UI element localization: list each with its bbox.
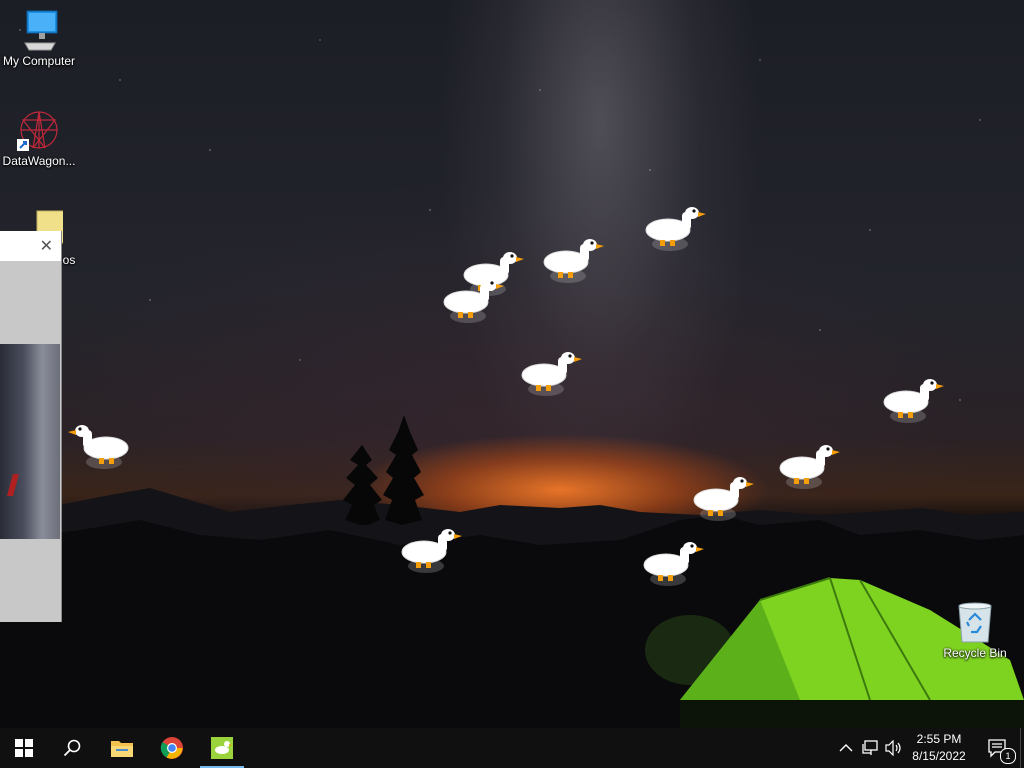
network-icon[interactable] <box>860 738 880 758</box>
desktop-icon-label: My Computer <box>2 54 76 68</box>
taskbar: 2:55 PM 8/15/2022 1 <box>0 728 1024 768</box>
desktop: My Computer DataWagon... os Recycle Bin … <box>0 0 1024 728</box>
taskbar-chrome[interactable] <box>148 728 196 768</box>
clock-time: 2:55 PM <box>916 732 962 746</box>
goose-sprite[interactable] <box>398 522 470 578</box>
desktop-icon-datawagon[interactable]: DataWagon... <box>0 108 78 168</box>
goose-app-icon <box>211 737 233 759</box>
goose-sprite[interactable] <box>440 272 512 328</box>
partial-window[interactable]: ✕ <box>0 231 62 622</box>
search-icon <box>63 739 81 757</box>
desktop-icon-label: Recycle Bin <box>943 646 1007 660</box>
goose-sprite[interactable] <box>642 200 714 256</box>
goose-sprite[interactable] <box>518 345 590 401</box>
start-button[interactable] <box>0 728 48 768</box>
show-desktop-button[interactable] <box>1020 728 1024 768</box>
video-thumbnail[interactable] <box>0 344 60 539</box>
windows-logo-icon <box>15 739 33 757</box>
desktop-icon-recycle-bin[interactable]: Recycle Bin <box>936 600 1014 660</box>
goose-sprite[interactable] <box>880 372 952 428</box>
wallpaper-landscape <box>0 415 1024 728</box>
goose-sprite[interactable] <box>640 535 712 591</box>
goose-sprite[interactable] <box>60 418 132 474</box>
search-button[interactable] <box>48 728 96 768</box>
volume-icon[interactable] <box>884 738 904 758</box>
clock-date: 8/15/2022 <box>912 749 966 763</box>
action-center-button[interactable]: 1 <box>976 728 1020 768</box>
close-icon[interactable]: ✕ <box>40 236 53 256</box>
desktop-icon-label: DataWagon... <box>2 154 76 168</box>
taskbar-desktop-goose[interactable] <box>198 728 246 768</box>
notification-count-badge: 1 <box>1000 748 1016 764</box>
folder-icon <box>111 741 133 757</box>
computer-icon <box>15 8 63 52</box>
goose-sprite[interactable] <box>776 438 848 494</box>
system-clock[interactable]: 2:55 PM 8/15/2022 <box>905 731 973 765</box>
window-titlebar[interactable]: ✕ <box>0 231 61 261</box>
goose-sprite[interactable] <box>540 232 612 288</box>
goose-sprite[interactable] <box>690 470 762 526</box>
taskbar-file-explorer[interactable] <box>98 728 146 768</box>
chrome-icon <box>160 737 183 759</box>
recycle-bin-icon <box>951 600 999 644</box>
datawagon-icon <box>15 108 63 152</box>
desktop-icon-my-computer[interactable]: My Computer <box>0 8 78 68</box>
chevron-up-icon[interactable] <box>836 738 856 758</box>
